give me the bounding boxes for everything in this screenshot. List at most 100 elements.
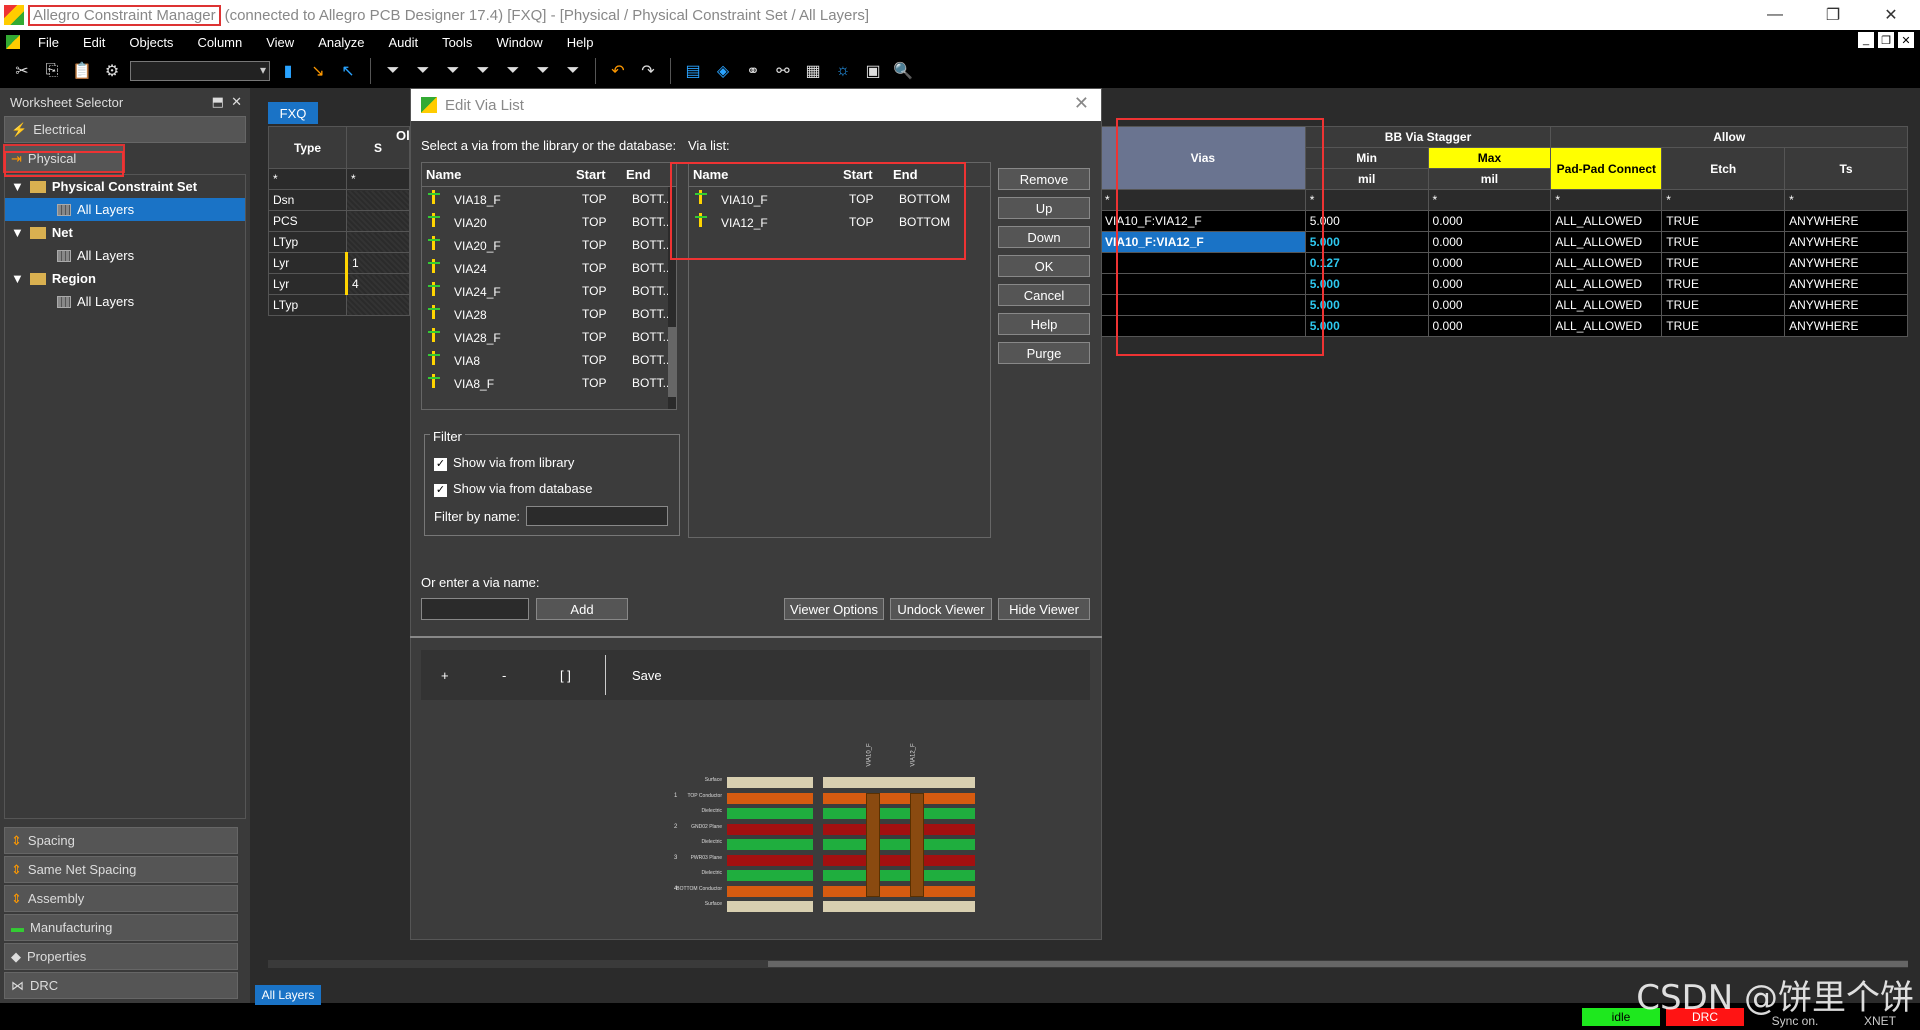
table-row[interactable]: VIA10_F:VIA12_F 5.000 0.000 ALL_ALLOWED … bbox=[1100, 210, 1908, 232]
cell-ts[interactable]: * bbox=[1784, 189, 1908, 211]
cell-max[interactable]: 0.000 bbox=[1427, 315, 1552, 337]
table-row[interactable]: PCS bbox=[268, 210, 410, 232]
ws-assembly[interactable]: ⇕ Assembly bbox=[4, 885, 238, 912]
col-pad-pad-connect[interactable]: Pad-Pad Connect bbox=[1550, 147, 1663, 190]
funnel-d-icon[interactable]: ⏷ bbox=[501, 59, 525, 83]
menu-window[interactable]: Window bbox=[484, 35, 554, 50]
cell-s[interactable] bbox=[346, 189, 410, 211]
vl-col-end[interactable]: End bbox=[889, 167, 969, 182]
purge-button[interactable]: Purge bbox=[998, 342, 1090, 364]
h-scrollbar-thumb[interactable] bbox=[768, 961, 1908, 967]
copy-icon[interactable]: ⎘ bbox=[40, 59, 64, 83]
cell-max[interactable]: 0.000 bbox=[1427, 231, 1552, 253]
cell-s[interactable]: 1 bbox=[345, 252, 410, 274]
cell-min[interactable]: 5.000 bbox=[1304, 231, 1429, 253]
undock-viewer-button[interactable]: Undock Viewer bbox=[890, 598, 992, 620]
cell-type[interactable]: LTyp bbox=[268, 294, 347, 316]
table-row[interactable]: * * * * * * bbox=[1100, 189, 1908, 211]
cancel-button[interactable]: Cancel bbox=[998, 284, 1090, 306]
net-icon[interactable]: ⚭ bbox=[741, 59, 765, 83]
cell-etch[interactable]: TRUE bbox=[1661, 315, 1786, 337]
checkbox-checked-icon[interactable]: ✓ bbox=[434, 484, 447, 497]
cell-etch[interactable]: TRUE bbox=[1661, 252, 1786, 274]
report-icon[interactable]: ▣ bbox=[861, 59, 885, 83]
help-button[interactable]: Help bbox=[998, 313, 1090, 335]
cell-ts[interactable]: ANYWHERE bbox=[1784, 210, 1908, 232]
cell-vias[interactable] bbox=[1100, 315, 1306, 337]
ws-drc[interactable]: ⋈ DRC bbox=[4, 972, 238, 999]
zoom-icon[interactable]: 🔍 bbox=[891, 59, 915, 83]
lib-col-name[interactable]: Name bbox=[422, 167, 572, 182]
table-row[interactable]: 0.127 0.000 ALL_ALLOWED TRUE ANYWHERE bbox=[1100, 252, 1908, 274]
undo-icon[interactable]: ↶ bbox=[606, 59, 630, 83]
lib-col-end[interactable]: End bbox=[622, 167, 670, 182]
ws-properties[interactable]: ◆ Properties bbox=[4, 943, 238, 970]
funnel-c-icon[interactable]: ⏷ bbox=[471, 59, 495, 83]
menu-help[interactable]: Help bbox=[555, 35, 606, 50]
cell-min[interactable]: 5.000 bbox=[1304, 273, 1429, 295]
cell-min[interactable]: 5.000 bbox=[1304, 315, 1429, 337]
tab-fxq[interactable]: FXQ bbox=[268, 102, 318, 124]
ws-same-net-spacing[interactable]: ⇕ Same Net Spacing bbox=[4, 856, 238, 883]
matrix-icon[interactable]: ▦ bbox=[801, 59, 825, 83]
col-ts[interactable]: Ts bbox=[1784, 147, 1908, 190]
minimize-icon[interactable]: — bbox=[1746, 0, 1804, 30]
hide-viewer-button[interactable]: Hide Viewer bbox=[998, 598, 1090, 620]
cell-pad-pad[interactable]: ALL_ALLOWED bbox=[1550, 252, 1663, 274]
funnel-a-icon[interactable]: ⏷ bbox=[411, 59, 435, 83]
funnel-b-icon[interactable]: ⏷ bbox=[441, 59, 465, 83]
col-max[interactable]: Max bbox=[1427, 147, 1552, 169]
funnel-e-icon[interactable]: ⏷ bbox=[531, 59, 555, 83]
tab-all-layers[interactable]: All Layers bbox=[255, 985, 321, 1005]
cell-min[interactable]: * bbox=[1304, 189, 1429, 211]
cell-type[interactable]: Dsn bbox=[268, 189, 347, 211]
cell-vias[interactable] bbox=[1100, 252, 1306, 274]
cell-min[interactable]: 5.000 bbox=[1304, 210, 1429, 232]
ws-physical[interactable]: ⇥ Physical bbox=[3, 144, 125, 173]
maximize-icon[interactable]: ❐ bbox=[1804, 0, 1862, 30]
table-row[interactable]: Dsn bbox=[268, 189, 410, 211]
menu-audit[interactable]: Audit bbox=[376, 35, 430, 50]
list-item[interactable]: VIA12_F TOP BOTTOM bbox=[689, 210, 990, 233]
table-row[interactable]: 5.000 0.000 ALL_ALLOWED TRUE ANYWHERE bbox=[1100, 294, 1908, 316]
cell-max[interactable]: 0.000 bbox=[1427, 294, 1552, 316]
filter-name-input[interactable] bbox=[526, 506, 668, 526]
cell-pad-pad[interactable]: ALL_ALLOWED bbox=[1550, 273, 1663, 295]
cell-ts[interactable]: ANYWHERE bbox=[1784, 315, 1908, 337]
cell-ts[interactable]: ANYWHERE bbox=[1784, 273, 1908, 295]
cell-max[interactable]: 0.000 bbox=[1427, 273, 1552, 295]
library-scrollbar[interactable] bbox=[668, 187, 676, 409]
cell-s[interactable]: * bbox=[346, 168, 410, 190]
funnel-f-icon[interactable]: ⏷ bbox=[561, 59, 585, 83]
cell-type[interactable]: * bbox=[268, 168, 347, 190]
selected-via-list[interactable]: Name Start End VIA10_F TOP BOTTOM VIA12_F TOP B… bbox=[688, 162, 991, 538]
add-button[interactable]: Add bbox=[536, 598, 628, 620]
ws-electrical[interactable]: ⚡ Electrical bbox=[4, 116, 246, 143]
table-row[interactable]: Lyr 1 bbox=[268, 252, 410, 274]
cell-vias[interactable]: VIA10_F:VIA12_F bbox=[1100, 231, 1306, 253]
cell-type[interactable]: PCS bbox=[268, 210, 347, 232]
library-via-list[interactable]: Name Start End VIA18_F TOP BOTT... VIA20 TOP BO… bbox=[421, 162, 677, 410]
col-vias[interactable]: Vias bbox=[1100, 126, 1306, 190]
object-combo[interactable] bbox=[130, 61, 270, 81]
cell-type[interactable]: LTyp bbox=[268, 231, 347, 253]
cell-type[interactable]: Lyr bbox=[268, 252, 347, 274]
list-item[interactable]: VIA28 TOP BOTT... bbox=[422, 302, 676, 325]
menu-edit[interactable]: Edit bbox=[71, 35, 117, 50]
bookmark-icon[interactable]: ▮ bbox=[276, 59, 300, 83]
vl-col-name[interactable]: Name bbox=[689, 167, 839, 182]
cut-icon[interactable]: ✂ bbox=[10, 59, 34, 83]
list-item[interactable]: VIA20 TOP BOTT... bbox=[422, 210, 676, 233]
cell-etch[interactable]: TRUE bbox=[1661, 210, 1786, 232]
list-item[interactable]: VIA8 TOP BOTT... bbox=[422, 348, 676, 371]
tag-icon[interactable]: ◈ bbox=[711, 59, 735, 83]
vl-col-start[interactable]: Start bbox=[839, 167, 889, 182]
checkbox-checked-icon[interactable]: ✓ bbox=[434, 458, 447, 471]
col-type[interactable]: Type bbox=[268, 126, 347, 169]
via-name-input[interactable] bbox=[421, 598, 529, 620]
table-row[interactable]: 5.000 0.000 ALL_ALLOWED TRUE ANYWHERE bbox=[1100, 273, 1908, 295]
cell-pad-pad[interactable]: ALL_ALLOWED bbox=[1550, 231, 1663, 253]
bookmark-prev-icon[interactable]: ↖ bbox=[336, 59, 360, 83]
table-row[interactable]: LTyp bbox=[268, 231, 410, 253]
table-row[interactable]: VIA10_F:VIA12_F 5.000 0.000 ALL_ALLOWED … bbox=[1100, 231, 1908, 253]
